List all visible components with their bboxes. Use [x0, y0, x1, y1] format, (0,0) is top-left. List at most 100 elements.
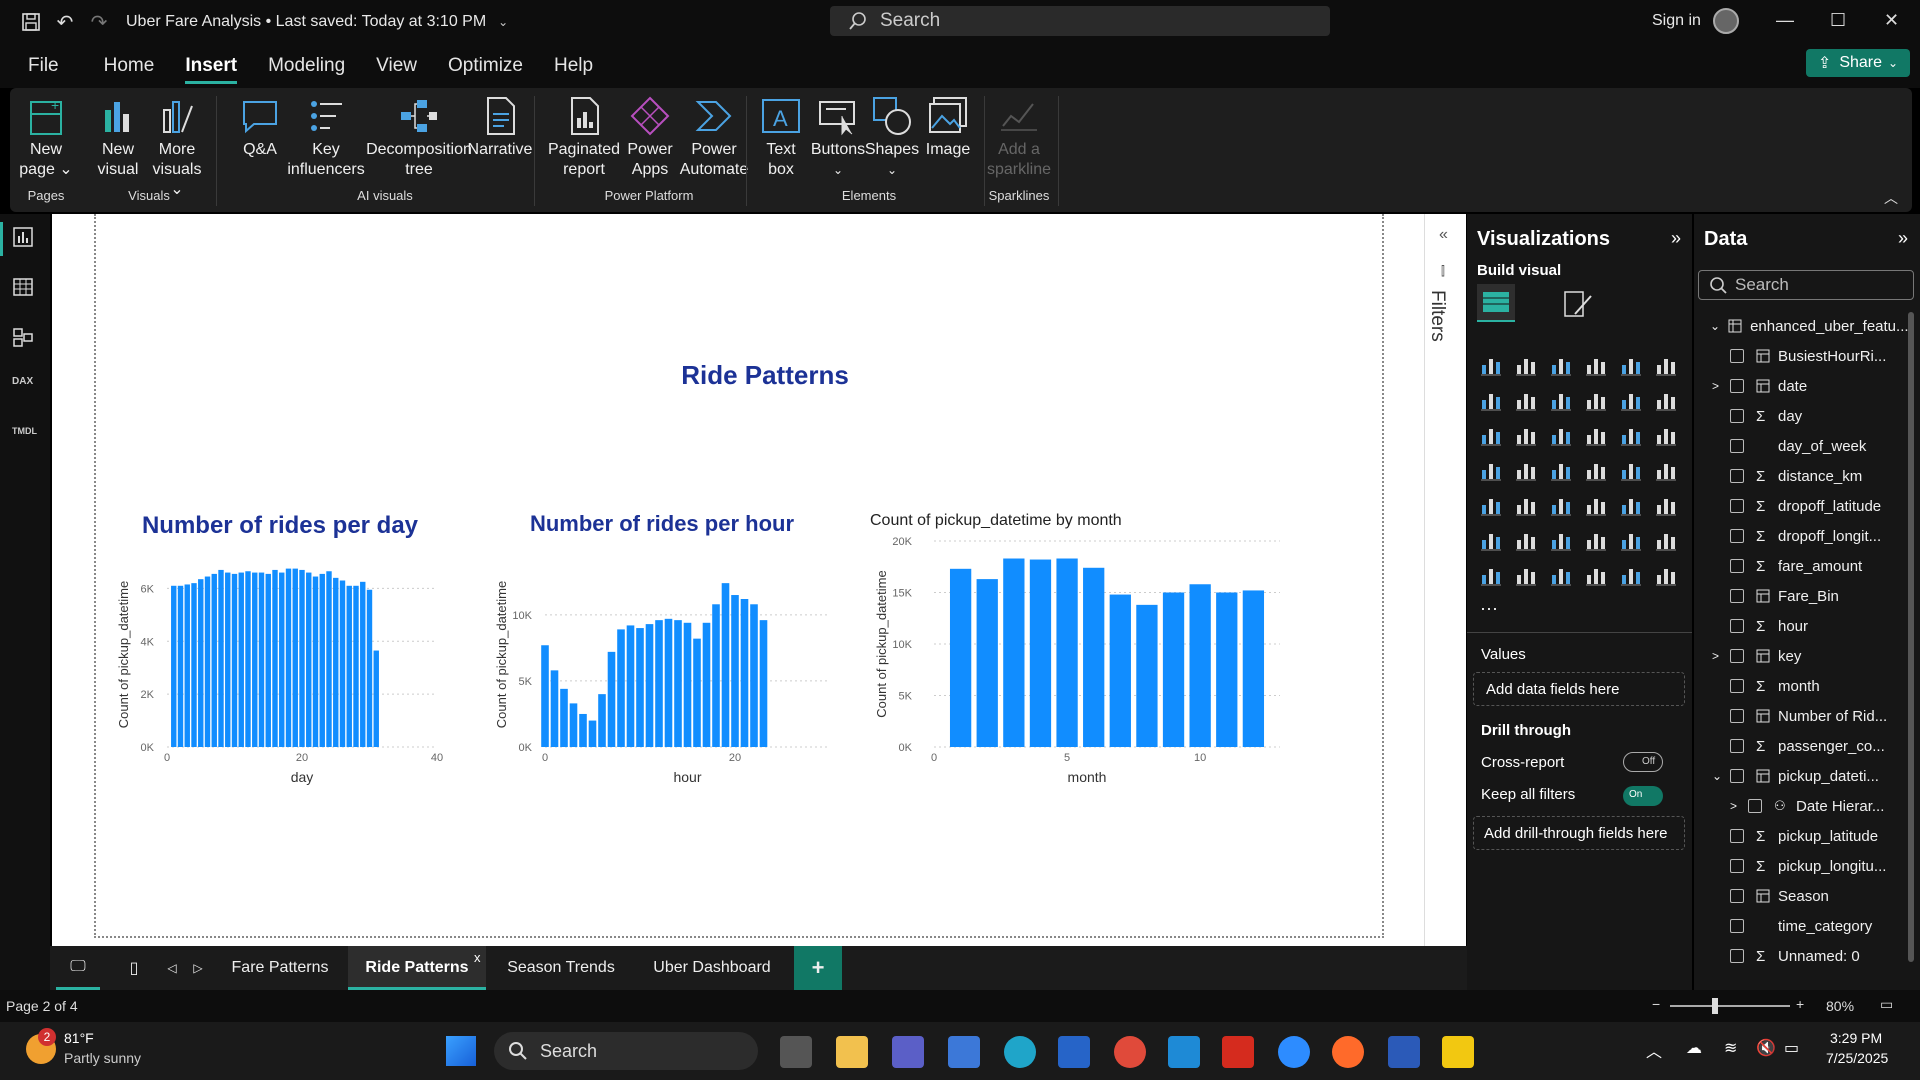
field-checkbox[interactable]	[1730, 409, 1744, 423]
field-item[interactable]: Σdropoff_latitude	[1712, 495, 1881, 517]
report-view-icon[interactable]	[12, 226, 38, 248]
table-icon[interactable]	[1584, 493, 1608, 517]
image-button[interactable]: Image	[920, 94, 976, 160]
field-item[interactable]: Fare_Bin	[1712, 585, 1839, 607]
save-icon[interactable]	[14, 5, 48, 39]
paginated-icon[interactable]	[1479, 563, 1503, 587]
redo-icon[interactable]: ↷	[82, 5, 116, 39]
tab-season-trends[interactable]: Season Trends	[488, 946, 634, 990]
drill-through-drop-zone[interactable]: Add drill-through fields here	[1473, 816, 1685, 850]
field-checkbox[interactable]	[1730, 349, 1744, 363]
field-item[interactable]: Σpickup_longitu...	[1712, 855, 1886, 877]
edge-icon[interactable]	[1004, 1036, 1036, 1068]
new-visual-button[interactable]: New visual	[90, 94, 146, 180]
chevron-up-icon[interactable]: ︿	[1646, 1038, 1662, 1062]
key-influencers-button[interactable]: Key influencers	[280, 94, 372, 180]
field-item[interactable]: > key	[1712, 645, 1801, 667]
tab-ride-patterns[interactable]: Ride Patterns	[348, 946, 486, 990]
powerapps-diamond-icon[interactable]	[1619, 563, 1643, 587]
goals-icon[interactable]	[1654, 528, 1678, 552]
expand-data-icon[interactable]: »	[1898, 228, 1908, 249]
tmdl-view-icon[interactable]: TMDL	[12, 426, 38, 448]
automate-chevron-icon[interactable]	[1654, 563, 1678, 587]
field-item[interactable]: Σhour	[1712, 615, 1808, 637]
chevron-right-icon[interactable]: >	[1730, 799, 1748, 813]
line-column-icon[interactable]	[1619, 388, 1643, 412]
field-checkbox[interactable]	[1730, 649, 1744, 663]
tab-uber-dashboard[interactable]: Uber Dashboard	[634, 946, 790, 990]
new-page-button[interactable]: + New page ⌄	[18, 94, 74, 180]
field-checkbox[interactable]	[1730, 589, 1744, 603]
automate-icon[interactable]	[1549, 563, 1573, 587]
data-scrollbar[interactable]	[1908, 312, 1914, 962]
field-checkbox[interactable]	[1730, 439, 1744, 453]
network-icon[interactable]: ☁	[1686, 1038, 1702, 1058]
field-item[interactable]: BusiestHourRi...	[1712, 345, 1886, 367]
narrative-icon[interactable]	[1619, 528, 1643, 552]
vscode-icon[interactable]	[1168, 1036, 1200, 1068]
field-item[interactable]: > ⚇ Date Hierar...	[1730, 795, 1884, 817]
field-checkbox[interactable]	[1730, 559, 1744, 573]
paginated-report-button[interactable]: Paginated report	[544, 94, 624, 180]
line-icon[interactable]	[1479, 388, 1503, 412]
format-visual-tab[interactable]	[1561, 288, 1595, 327]
field-item[interactable]: time_category	[1712, 915, 1872, 937]
power-apps-button[interactable]: Power Apps	[620, 94, 680, 180]
map-icon[interactable]	[1514, 458, 1538, 482]
buttons-button[interactable]: Buttons ⌄	[810, 94, 866, 180]
close-icon[interactable]: ✕	[1884, 10, 1899, 31]
stacked-area-icon[interactable]	[1549, 388, 1573, 412]
card-icon[interactable]	[1654, 458, 1678, 482]
build-visual-tab[interactable]	[1477, 284, 1515, 322]
multirow-card-icon[interactable]	[1479, 493, 1503, 517]
sign-in-link[interactable]: Sign in	[1652, 12, 1701, 30]
zoom-icon[interactable]	[1278, 1036, 1310, 1068]
teams-icon[interactable]	[892, 1036, 924, 1068]
tab-fare-patterns[interactable]: Fare Patterns	[212, 946, 348, 990]
global-search-input[interactable]: Search	[830, 6, 1330, 36]
text-box-button[interactable]: A Text box	[758, 94, 804, 180]
data-search-input[interactable]: Search	[1698, 270, 1914, 300]
field-checkbox[interactable]	[1730, 829, 1744, 843]
store-icon[interactable]	[1058, 1036, 1090, 1068]
mobile-layout-icon[interactable]: ▯	[112, 946, 156, 990]
field-item[interactable]: Σdistance_km	[1712, 465, 1862, 487]
pie-icon[interactable]	[1619, 423, 1643, 447]
collapse-filters-icon[interactable]: «	[1439, 226, 1448, 244]
100-bar-icon[interactable]	[1619, 353, 1643, 377]
table-node[interactable]: ⌄ enhanced_uber_featu...	[1710, 315, 1909, 337]
menu-home[interactable]: Home	[104, 44, 155, 88]
scatter-icon[interactable]	[1584, 423, 1608, 447]
zoom-slider-thumb[interactable]	[1712, 998, 1718, 1014]
100-column-icon[interactable]	[1654, 353, 1678, 377]
filled-map-icon[interactable]	[1549, 458, 1573, 482]
more-visuals-icon[interactable]: ···	[1480, 598, 1504, 622]
field-item[interactable]: Σpickup_latitude	[1712, 825, 1878, 847]
avatar[interactable]	[1713, 8, 1739, 34]
menu-view[interactable]: View	[376, 44, 417, 88]
gauge-icon[interactable]	[1619, 458, 1643, 482]
minimize-icon[interactable]: —	[1776, 10, 1794, 31]
field-checkbox[interactable]	[1730, 469, 1744, 483]
zoom-slider[interactable]	[1670, 1005, 1790, 1007]
slicer-icon[interactable]	[1549, 493, 1573, 517]
menu-optimize[interactable]: Optimize	[448, 44, 523, 88]
chrome-icon[interactable]	[1114, 1036, 1146, 1068]
field-checkbox[interactable]	[1730, 739, 1744, 753]
power-automate-button[interactable]: Power Automate	[674, 94, 754, 180]
filters-label[interactable]: Filters	[1426, 290, 1448, 342]
chevron-right-icon[interactable]: >	[1712, 379, 1730, 393]
chevron-right-icon[interactable]: >	[1712, 649, 1730, 663]
waterfall-icon[interactable]	[1514, 423, 1538, 447]
kpi-icon[interactable]	[1514, 493, 1538, 517]
field-item[interactable]: ⌄ pickup_dateti...	[1712, 765, 1879, 787]
donut-icon[interactable]	[1654, 423, 1678, 447]
arcgis-icon[interactable]	[1584, 563, 1608, 587]
treemap-icon[interactable]	[1479, 458, 1503, 482]
field-checkbox[interactable]	[1730, 619, 1744, 633]
field-item[interactable]: Σdropoff_longit...	[1712, 525, 1881, 547]
menu-modeling[interactable]: Modeling	[268, 44, 345, 88]
values-drop-zone[interactable]: Add data fields here	[1473, 672, 1685, 706]
azure-map-icon[interactable]	[1584, 458, 1608, 482]
field-item[interactable]: Σday	[1712, 405, 1802, 427]
